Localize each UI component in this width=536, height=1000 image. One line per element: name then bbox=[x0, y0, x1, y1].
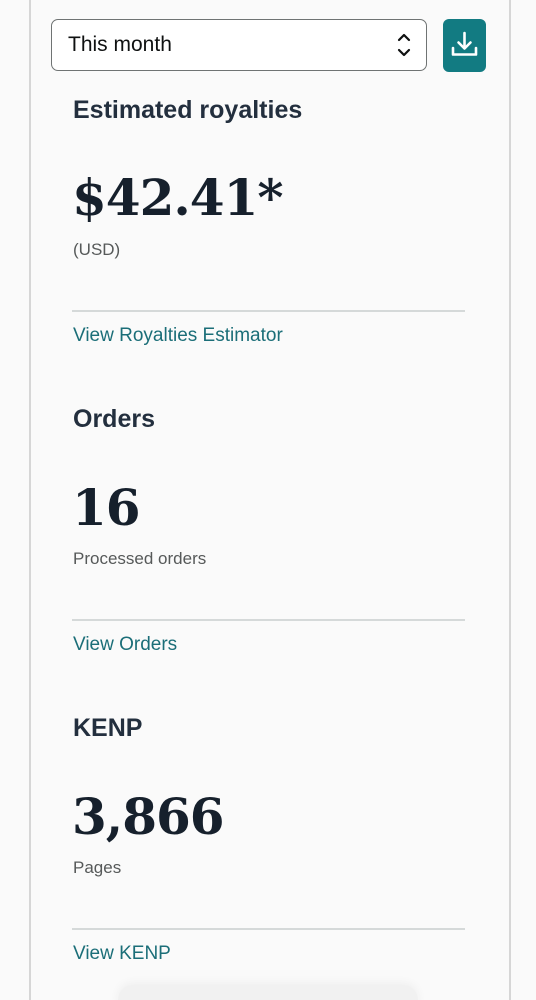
orders-heading: Orders bbox=[73, 405, 155, 433]
download-icon bbox=[451, 31, 478, 56]
view-kenp-link[interactable]: View KENP bbox=[73, 943, 171, 965]
date-range-select[interactable]: This month bbox=[51, 19, 427, 71]
chevron-up-down-icon bbox=[397, 33, 411, 57]
orders-divider bbox=[72, 619, 465, 621]
royalties-divider bbox=[72, 310, 465, 312]
dashboard-page: This month Estimated royalties $42.41* (… bbox=[0, 0, 536, 1000]
kenp-caption: Pages bbox=[73, 858, 122, 877]
kenp-divider bbox=[72, 928, 465, 930]
royalties-value: $42.41* bbox=[72, 168, 284, 227]
bottom-floating-bar bbox=[118, 985, 418, 1000]
date-range-value: This month bbox=[68, 33, 172, 56]
kenp-value: 3,866 bbox=[72, 787, 225, 846]
kenp-heading: KENP bbox=[73, 714, 143, 742]
orders-value: 16 bbox=[72, 478, 141, 537]
orders-caption: Processed orders bbox=[73, 549, 207, 568]
royalties-heading: Estimated royalties bbox=[73, 96, 303, 124]
view-orders-link[interactable]: View Orders bbox=[73, 634, 177, 656]
download-button[interactable] bbox=[443, 19, 486, 72]
royalties-currency: (USD) bbox=[73, 240, 121, 259]
view-royalties-estimator-link[interactable]: View Royalties Estimator bbox=[73, 325, 283, 347]
